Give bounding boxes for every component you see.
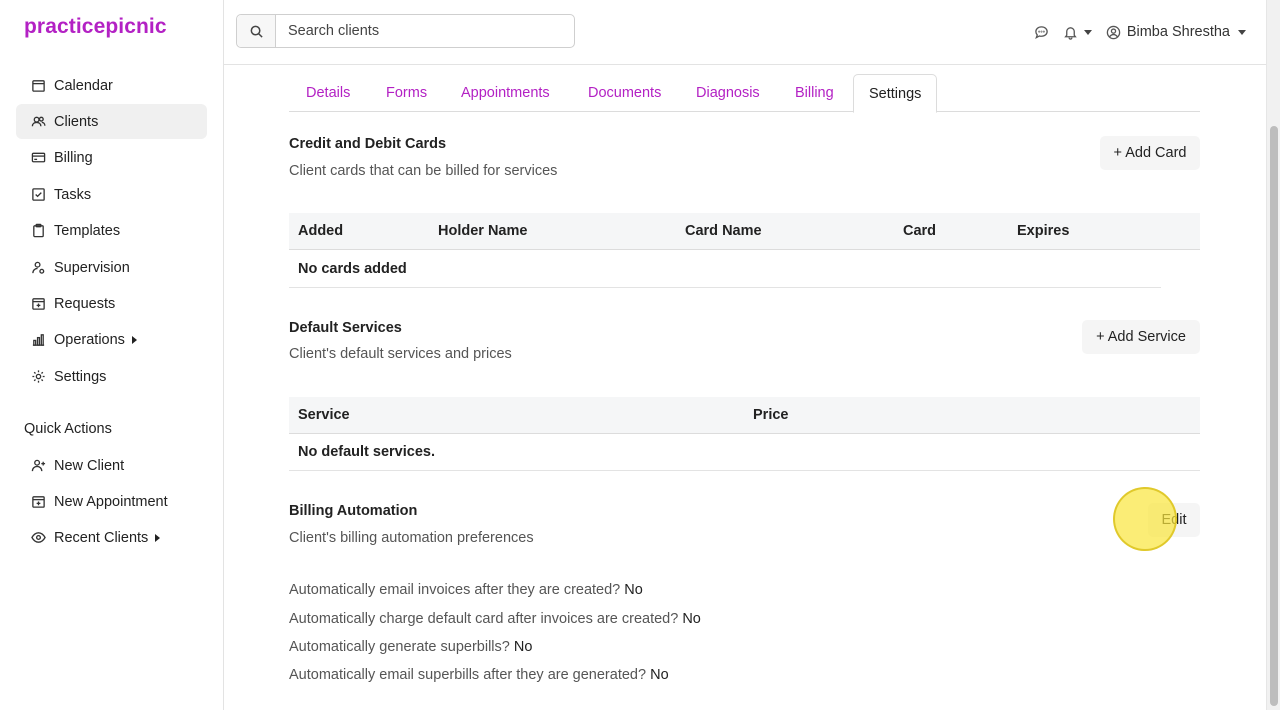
bar-chart-icon <box>31 332 46 347</box>
cards-section-title: Credit and Debit Cards <box>289 136 447 152</box>
automation-setting: Automatically email invoices after they … <box>289 582 643 598</box>
sidebar-item-label: New Client <box>54 457 125 474</box>
edit-automation-button[interactable]: Edit <box>1148 503 1200 537</box>
top-bar: Bimba Shrestha <box>224 0 1266 65</box>
automation-setting: Automatically charge default card after … <box>289 611 701 627</box>
chat-icon[interactable] <box>1034 25 1049 40</box>
search-input[interactable] <box>276 15 574 47</box>
tab-documents[interactable]: Documents <box>588 74 661 112</box>
header-actions: Bimba Shrestha <box>1034 20 1246 44</box>
services-empty-row: No default services. <box>289 434 1200 471</box>
quick-action-recent-clients[interactable]: Recent Clients <box>16 520 207 555</box>
column-header[interactable]: Expires <box>1017 223 1069 239</box>
chevron-down-icon <box>1083 29 1092 35</box>
calendar-plus-icon <box>31 296 46 311</box>
add-card-button[interactable]: + Add Card <box>1100 136 1200 170</box>
gear-icon <box>31 369 46 384</box>
sidebar-item-tasks[interactable]: Tasks <box>16 177 207 212</box>
column-header[interactable]: Card <box>903 223 936 239</box>
services-section-subtitle: Client's default services and prices <box>289 346 512 362</box>
tab-details[interactable]: Details <box>306 74 350 112</box>
column-header[interactable]: Holder Name <box>438 223 527 239</box>
user-supervision-icon <box>31 260 46 275</box>
sidebar-item-label: Supervision <box>54 259 130 276</box>
services-table-header: Service Price <box>289 397 1200 434</box>
tab-appointments[interactable]: Appointments <box>461 74 550 112</box>
quick-action-new-client[interactable]: New Client <box>16 448 207 483</box>
checkbox-icon <box>31 187 46 202</box>
tab-billing[interactable]: Billing <box>795 74 834 112</box>
user-avatar-icon <box>1106 25 1121 39</box>
sidebar: practicepicnic Calendar Clients Billing … <box>0 0 224 710</box>
setting-question: Automatically email superbills after the… <box>289 667 647 683</box>
scrollbar-thumb[interactable] <box>1270 126 1278 706</box>
sidebar-item-label: Billing <box>54 149 93 166</box>
calendar-plus-icon <box>31 494 46 509</box>
add-service-button[interactable]: + Add Service <box>1082 320 1200 354</box>
sidebar-item-label: Clients <box>54 113 99 130</box>
sidebar-item-supervision[interactable]: Supervision <box>16 250 207 285</box>
setting-value: No <box>682 611 701 627</box>
column-header[interactable]: Card Name <box>685 223 762 239</box>
credit-card-icon <box>31 150 46 165</box>
sidebar-item-calendar[interactable]: Calendar <box>16 68 207 103</box>
sidebar-item-templates[interactable]: Templates <box>16 213 207 248</box>
search-button[interactable] <box>237 15 276 47</box>
setting-question: Automatically generate superbills? <box>289 639 510 655</box>
column-header[interactable]: Service <box>298 407 350 423</box>
app-logo[interactable]: practicepicnic <box>24 15 167 39</box>
user-name: Bimba Shrestha <box>1126 24 1230 40</box>
services-section-title: Default Services <box>289 320 402 336</box>
eye-icon <box>31 530 46 545</box>
chevron-right-icon <box>131 335 137 344</box>
sidebar-item-label: Requests <box>54 295 116 312</box>
sidebar-item-label: New Appointment <box>54 493 168 510</box>
setting-question: Automatically charge default card after … <box>289 611 679 627</box>
quick-action-new-appointment[interactable]: New Appointment <box>16 484 207 519</box>
column-header[interactable]: Added <box>298 223 343 239</box>
users-icon <box>31 114 46 129</box>
sidebar-item-operations[interactable]: Operations <box>16 322 207 357</box>
automation-setting: Automatically generate superbills? No <box>289 639 532 655</box>
setting-question: Automatically email invoices after they … <box>289 582 621 598</box>
sidebar-item-label: Settings <box>54 368 107 385</box>
automation-section-title: Billing Automation <box>289 503 418 519</box>
search-box <box>236 14 575 48</box>
notifications-button[interactable] <box>1063 25 1092 40</box>
user-plus-icon <box>31 458 46 473</box>
scrollbar[interactable] <box>1266 0 1280 710</box>
bell-icon <box>1064 26 1077 40</box>
calendar-icon <box>31 78 46 93</box>
sidebar-item-label: Calendar <box>54 77 113 94</box>
cards-section-subtitle: Client cards that can be billed for serv… <box>289 163 558 179</box>
chevron-down-icon <box>1238 29 1246 35</box>
sidebar-item-label: Tasks <box>54 186 92 203</box>
quick-actions-heading: Quick Actions <box>24 421 112 437</box>
setting-value: No <box>513 639 533 655</box>
sidebar-item-label: Recent Clients <box>54 529 149 546</box>
search-icon <box>250 25 263 38</box>
tab-diagnosis[interactable]: Diagnosis <box>696 74 760 112</box>
column-header[interactable]: Price <box>753 407 788 423</box>
automation-setting: Automatically email superbills after the… <box>289 667 669 683</box>
clipboard-icon <box>31 223 46 238</box>
tab-forms[interactable]: Forms <box>386 74 427 112</box>
chevron-right-icon <box>155 533 161 542</box>
automation-section-subtitle: Client's billing automation preferences <box>289 530 534 546</box>
sidebar-item-settings[interactable]: Settings <box>16 359 207 394</box>
sidebar-item-clients[interactable]: Clients <box>16 104 207 139</box>
tab-settings[interactable]: Settings <box>853 74 938 113</box>
sidebar-item-label: Operations <box>54 331 125 348</box>
setting-value: No <box>624 582 643 598</box>
sidebar-item-label: Templates <box>54 222 121 239</box>
sidebar-item-requests[interactable]: Requests <box>16 286 207 321</box>
user-menu[interactable]: Bimba Shrestha <box>1106 24 1246 40</box>
setting-value: No <box>650 667 669 683</box>
cards-empty-row: No cards added <box>289 251 1161 288</box>
cards-table-header: Added Holder Name Card Name Card Expires <box>289 213 1200 250</box>
sidebar-item-billing[interactable]: Billing <box>16 140 207 175</box>
client-tabs: Details Forms Appointments Documents Dia… <box>289 74 1200 113</box>
